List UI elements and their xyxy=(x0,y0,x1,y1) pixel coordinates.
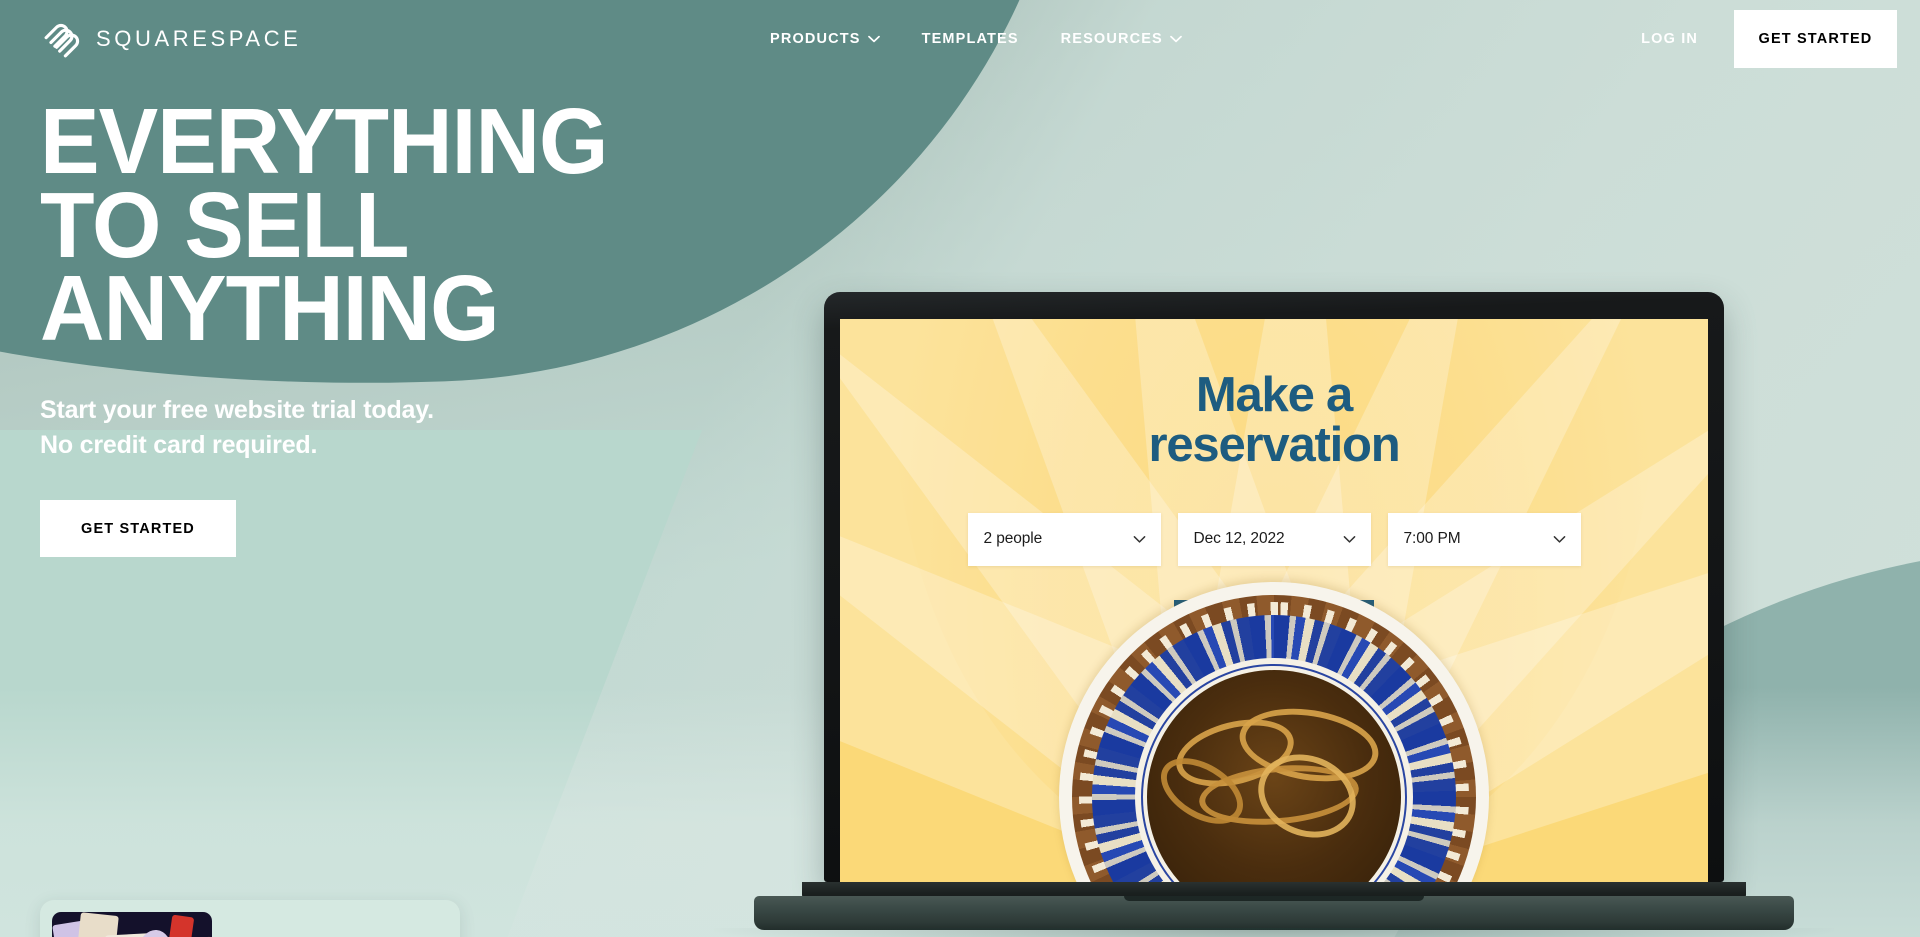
reservation-title-line-2: reservation xyxy=(1148,417,1401,472)
chevron-down-icon xyxy=(867,35,880,43)
laptop-lid: Make a reservation 2 people Dec 12, 2022 xyxy=(824,292,1724,882)
date-value: Dec 12, 2022 xyxy=(1193,530,1285,548)
landing-page: SQUARESPACE PRODUCTS TEMPLATES RESOURCES… xyxy=(0,0,1920,937)
hero-title: EVERYTHING TO SELL ANYTHING xyxy=(40,89,608,361)
nav-item-products[interactable]: PRODUCTS xyxy=(770,31,880,47)
main-navigation: PRODUCTS TEMPLATES RESOURCES xyxy=(770,0,1182,78)
laptop-base xyxy=(754,896,1794,930)
hero-subtitle-line-2: No credit card required. xyxy=(40,430,318,459)
nav-item-products-label: PRODUCTS xyxy=(770,31,861,47)
hero-title-line-1: EVERYTHING xyxy=(40,89,608,193)
nav-item-resources-label: RESOURCES xyxy=(1060,31,1163,47)
nav-item-templates[interactable]: TEMPLATES xyxy=(922,31,1019,47)
hero-get-started-button[interactable]: GET STARTED xyxy=(40,500,236,558)
laptop-base-notch xyxy=(1124,896,1424,901)
hero-section: EVERYTHING TO SELL ANYTHING Start your f… xyxy=(40,89,631,558)
nav-item-templates-label: TEMPLATES xyxy=(921,31,1019,47)
party-size-value: 2 people xyxy=(983,530,1043,548)
header-actions: LOG IN GET STARTED xyxy=(1641,0,1920,78)
hero-subtitle-line-1: Start your free website trial today. xyxy=(40,396,434,425)
chevron-down-icon xyxy=(1553,535,1566,544)
time-select[interactable]: 7:00 PM xyxy=(1387,512,1581,566)
time-value: 7:00 PM xyxy=(1403,530,1461,548)
squarespace-loop-icon xyxy=(40,18,82,60)
chevron-down-icon xyxy=(1343,535,1356,544)
collage-thumbnail-image xyxy=(52,912,212,937)
date-select[interactable]: Dec 12, 2022 xyxy=(1177,512,1371,566)
laptop-mockup: Make a reservation 2 people Dec 12, 2022 xyxy=(714,292,1834,937)
logo-wordmark: SQUARESPACE xyxy=(96,26,302,51)
notification-card[interactable]: Squarespace, the new xyxy=(40,900,460,937)
reservation-title: Make a reservation xyxy=(840,368,1708,472)
chevron-down-icon xyxy=(1170,35,1182,43)
laptop-screen: Make a reservation 2 people Dec 12, 2022 xyxy=(840,319,1708,882)
login-link[interactable]: LOG IN xyxy=(1641,31,1698,47)
nav-item-resources[interactable]: RESOURCES xyxy=(1061,31,1182,47)
chevron-down-icon xyxy=(1133,535,1146,544)
reservation-form: 2 people Dec 12, 2022 7:00 PM xyxy=(840,512,1708,566)
header-get-started-button[interactable]: GET STARTED xyxy=(1734,10,1897,68)
site-header: SQUARESPACE PRODUCTS TEMPLATES RESOURCES… xyxy=(0,0,1920,78)
party-size-select[interactable]: 2 people xyxy=(967,512,1161,566)
logo[interactable]: SQUARESPACE xyxy=(40,18,301,60)
hero-title-line-2: TO SELL xyxy=(40,172,410,277)
reservation-title-line-1: Make a xyxy=(1195,368,1353,422)
hero-subtitle: Start your free website trial today. No … xyxy=(40,393,631,462)
laptop-shadow xyxy=(714,928,1834,937)
hero-title-line-3: ANYTHING xyxy=(40,256,500,361)
